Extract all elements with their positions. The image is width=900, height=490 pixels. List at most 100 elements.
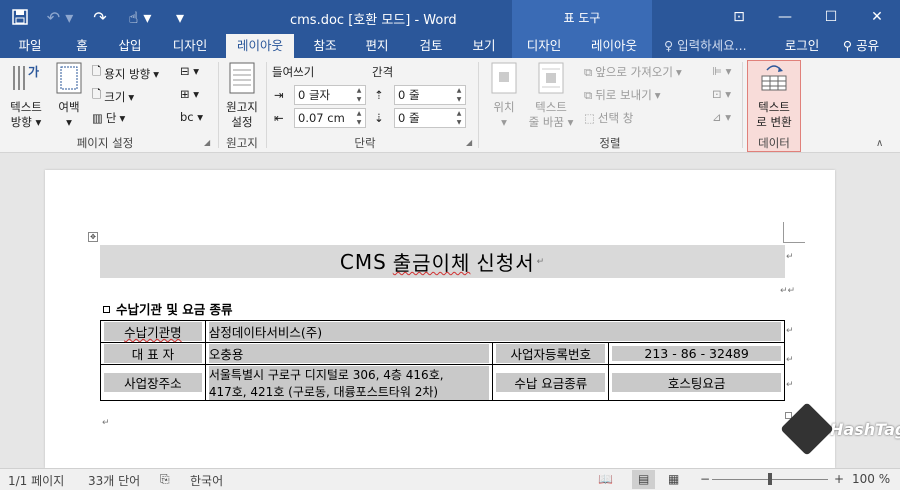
columns-button[interactable]: ▥ 단 ▾ [92, 110, 125, 126]
value-address-line-1: 서울특별시 구로구 디지털로 306, 4층 416호, [208, 365, 490, 383]
table-cell[interactable]: 서울특별시 구로구 디지털로 306, 4층 416호, 417호, 421호 … [204, 364, 494, 401]
size-button[interactable]: 🗋 크기 ▾ [92, 87, 134, 106]
margins-button[interactable]: 여백 ▾ [52, 62, 86, 130]
customize-qat-icon[interactable]: ▾ [160, 0, 200, 34]
tab-table-layout[interactable]: 레이아웃 [582, 34, 646, 58]
undo-icon[interactable]: ↶ ▾ [40, 0, 80, 34]
redo-icon[interactable]: ↷ [80, 0, 120, 34]
tab-references[interactable]: 참조 [304, 34, 346, 58]
title-bar: ↶ ▾ ↷ ☝ ▾ ▾ cms.doc [호환 모드] - Word 표 도구 … [0, 0, 900, 34]
spinner-icon[interactable]: ▲ ▼ [353, 86, 365, 104]
hyphenation-button[interactable]: bc ▾ [180, 110, 203, 124]
spinner-icon[interactable]: ▲ ▼ [353, 109, 365, 127]
document-page[interactable] [45, 170, 835, 468]
table-cell[interactable]: 사업장주소 [100, 364, 206, 401]
align-button[interactable]: ⊫ ▾ [712, 64, 731, 78]
crop-mark [100, 242, 102, 244]
tab-layout[interactable]: 레이아웃 [226, 34, 294, 58]
convert-to-text-button[interactable]: 텍스트 로 변환 [749, 62, 799, 130]
maximize-icon[interactable]: ☐ [808, 0, 854, 34]
value-representative: 오충용 [208, 344, 490, 363]
crop-mark [783, 242, 805, 243]
spinner-icon[interactable]: ▲ ▼ [453, 109, 465, 127]
separator [742, 62, 743, 148]
table-cell[interactable]: 오충용 [204, 342, 494, 365]
table-row: 수납기관명 삼정데이타서비스(주) [100, 320, 786, 343]
send-backward-button[interactable]: ⧉ 뒤로 보내기 ▾ [584, 87, 661, 103]
indent-left-input[interactable]: 0 글자 ▲ ▼ [294, 85, 366, 105]
read-mode-icon[interactable]: 📖 [598, 472, 613, 486]
spinner-icon[interactable]: ▲ ▼ [453, 86, 465, 104]
table-tools-context-title: 표 도구 [512, 0, 652, 34]
tab-mailings[interactable]: 편지 [356, 34, 398, 58]
zoom-slider-thumb[interactable] [768, 473, 772, 485]
manuscript-settings-button[interactable]: 원고지 설정 [222, 62, 262, 130]
tab-home[interactable]: 홈 [64, 34, 100, 58]
bring-forward-button[interactable]: ⧉ 앞으로 가져오기 ▾ [584, 64, 682, 80]
table-move-handle-icon[interactable]: ✥ [88, 232, 98, 242]
paragraph-dialog-launcher-icon[interactable]: ◢ [466, 138, 472, 147]
document-title[interactable]: CMS 출금이체 신청서 ↵ [100, 245, 785, 278]
indent-right-icon: ⇤ [274, 111, 284, 125]
print-layout-icon[interactable]: ▤ [632, 470, 656, 489]
manuscript-icon [222, 62, 262, 98]
page-setup-dialog-launcher-icon[interactable]: ◢ [204, 138, 210, 147]
touch-mode-icon[interactable]: ☝ ▾ [120, 0, 160, 34]
title-misspelled-word: 출금이체 [392, 251, 471, 275]
window-title: cms.doc [호환 모드] - Word [290, 13, 457, 28]
wrap-text-label-2: 줄 바꿈 ▾ [528, 115, 574, 129]
tab-review[interactable]: 검토 [410, 34, 452, 58]
wrap-text-icon [528, 62, 574, 98]
title-suffix: 신청서 [476, 251, 535, 275]
close-icon[interactable]: ✕ [854, 0, 900, 34]
table-cell[interactable]: 사업자등록번호 [492, 342, 610, 365]
word-count[interactable]: 33개 단어 [88, 472, 140, 489]
spacing-heading: 간격 [372, 65, 394, 79]
breaks-button[interactable]: ⊟ ▾ [180, 64, 199, 78]
zoom-level[interactable]: 100 % [852, 472, 890, 486]
spacing-before-input[interactable]: 0 줄 ▲ ▼ [394, 85, 466, 105]
table-cell[interactable]: 삼정데이타서비스(주) [204, 320, 786, 343]
table-cell[interactable]: 대 표 자 [100, 342, 206, 365]
tab-file[interactable]: 파일 [8, 34, 52, 58]
wrap-text-button[interactable]: 텍스트 줄 바꿈 ▾ [528, 62, 574, 130]
selection-pane-button[interactable]: ⬚ 선택 창 [584, 110, 633, 126]
zoom-in-icon[interactable]: + [834, 472, 844, 486]
table-cell[interactable]: 수납기관명 [100, 320, 206, 343]
group-button[interactable]: ⊡ ▾ [712, 87, 731, 101]
position-button[interactable]: 위치 ▾ [484, 62, 524, 130]
spacing-after-input[interactable]: 0 줄 ▲ ▼ [394, 108, 466, 128]
tab-design[interactable]: 디자인 [162, 34, 218, 58]
zoom-out-icon[interactable]: − [700, 472, 710, 486]
value-fee-type: 호스팅요금 [612, 373, 781, 392]
text-direction-button[interactable]: 가 텍스트 방향 ▾ [6, 62, 46, 130]
watermark-text: HashTag [830, 419, 900, 439]
table-cell[interactable]: 수납 요금종류 [492, 364, 610, 401]
language-indicator[interactable]: 한국어 [190, 472, 223, 489]
sign-in-link[interactable]: 로그인 [778, 34, 826, 58]
rotate-button[interactable]: ⊿ ▾ [712, 110, 731, 124]
save-icon[interactable] [0, 0, 40, 34]
lightbulb-icon: ♀ [664, 38, 674, 53]
orientation-button[interactable]: 🗋 용지 방향 ▾ [92, 64, 159, 83]
tab-table-design[interactable]: 디자인 [516, 34, 572, 58]
indent-right-input[interactable]: 0.07 cm ▲ ▼ [294, 108, 366, 128]
tab-insert[interactable]: 삽입 [108, 34, 152, 58]
collapse-ribbon-icon[interactable]: ∧ [876, 138, 883, 149]
tell-me-box[interactable]: ♀ 입력하세요... [664, 34, 764, 58]
proofing-icon[interactable]: ⎘ [160, 472, 170, 487]
line-numbers-button[interactable]: ⊞ ▾ [180, 87, 199, 101]
arrange-group-label: 정렬 [599, 136, 621, 150]
tab-view[interactable]: 보기 [462, 34, 506, 58]
web-layout-icon[interactable]: ▦ [668, 472, 679, 486]
page-count[interactable]: 1/1 페이지 [8, 472, 64, 489]
align-icon: ⊫ ▾ [712, 64, 732, 78]
share-button[interactable]: ⚲ 공유 [836, 34, 886, 58]
section-heading[interactable]: 수납기관 및 요금 종류 [103, 299, 233, 318]
info-table[interactable]: 수납기관명 삼정데이타서비스(주) 대 표 자 오충용 사업자등록번호 213 … [100, 320, 786, 401]
ribbon-display-options-icon[interactable]: ⊡ [716, 0, 762, 34]
square-bullet-icon [103, 306, 110, 313]
table-cell[interactable]: 호스팅요금 [608, 364, 785, 401]
table-cell[interactable]: 213 - 86 - 32489 [608, 342, 785, 365]
minimize-icon[interactable]: — [762, 0, 808, 34]
